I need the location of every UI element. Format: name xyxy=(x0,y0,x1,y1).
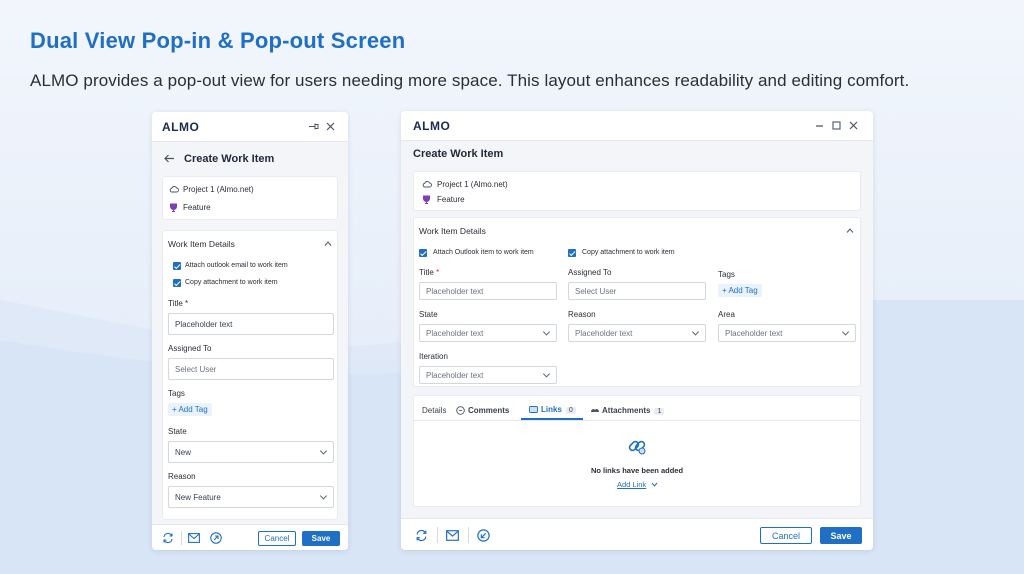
tab-links[interactable]: Links 0 xyxy=(521,402,583,420)
item-type: Feature xyxy=(183,203,211,212)
tags-label: Tags xyxy=(168,389,185,398)
chevron-down-icon xyxy=(542,328,551,336)
area-label: Area xyxy=(718,310,735,319)
cancel-button[interactable]: Cancel xyxy=(760,527,812,544)
tags-label: Tags xyxy=(718,270,735,279)
page-title: Create Work Item xyxy=(413,148,504,160)
assigned-to-label: Assigned To xyxy=(168,344,212,353)
required-mark: * xyxy=(436,268,440,277)
state-select[interactable]: Placeholder text xyxy=(419,324,557,342)
chevron-down-icon xyxy=(542,370,551,378)
reason-select[interactable]: Placeholder text xyxy=(568,324,706,342)
title-input[interactable]: Placeholder text xyxy=(419,282,557,300)
reason-select[interactable]: New Feature xyxy=(168,486,334,508)
collapse-chevron-icon[interactable] xyxy=(324,241,332,246)
title-input[interactable]: Placeholder text xyxy=(168,313,334,335)
cloud-icon xyxy=(422,181,432,188)
collapse-chevron-icon[interactable] xyxy=(846,228,854,233)
copy-attachment-checkbox[interactable] xyxy=(173,279,181,287)
chevron-down-icon xyxy=(691,328,700,336)
chevron-down-icon xyxy=(841,328,850,336)
title-label: Title * xyxy=(419,268,440,277)
close-icon[interactable] xyxy=(849,121,858,130)
section-title: Work Item Details xyxy=(168,239,235,249)
outlook-checkbox-label: Attach Outlook item to work item xyxy=(433,249,534,256)
work-item-details-card: Work Item Details Attach outlook email t… xyxy=(162,230,338,520)
work-item-details-card: Work Item Details Attach Outlook item to… xyxy=(413,217,861,387)
footer-divider xyxy=(181,531,182,545)
trophy-icon xyxy=(170,203,177,212)
tab-comments[interactable]: Comments xyxy=(468,406,509,415)
minimize-icon[interactable] xyxy=(815,121,824,130)
cancel-button[interactable]: Cancel xyxy=(258,531,296,546)
outlook-checkbox[interactable] xyxy=(173,262,181,270)
copy-attachment-label: Copy attachment to work item xyxy=(582,249,675,256)
link-chain-icon xyxy=(628,440,646,455)
area-select[interactable]: Placeholder text xyxy=(718,324,856,342)
assigned-to-input[interactable]: Select User xyxy=(168,358,334,380)
refresh-icon[interactable] xyxy=(162,532,174,544)
attachment-icon xyxy=(591,408,599,412)
pop-out-footer: Cancel Save xyxy=(401,518,873,550)
trophy-icon xyxy=(423,195,430,204)
assigned-to-label: Assigned To xyxy=(568,268,612,277)
tab-attachments[interactable]: Attachments 1 xyxy=(602,406,665,415)
reason-label: Reason xyxy=(168,472,196,481)
add-link-button[interactable]: Add Link xyxy=(617,480,646,489)
back-arrow-icon[interactable] xyxy=(164,154,175,163)
reason-label: Reason xyxy=(568,310,596,319)
link-tab-icon xyxy=(529,406,538,413)
state-label: State xyxy=(168,427,187,436)
iteration-select[interactable]: Placeholder text xyxy=(419,366,557,384)
almo-logo: ALMO xyxy=(162,120,200,134)
project-name: Project 1 (Almo.net) xyxy=(437,180,508,189)
project-card: Project 1 (Almo.net) Feature xyxy=(413,171,861,211)
cloud-icon xyxy=(169,186,179,193)
pop-in-titlebar: ALMO xyxy=(152,112,348,142)
project-card: Project 1 (Almo.net) Feature xyxy=(162,176,338,220)
pop-in-footer: Cancel Save xyxy=(152,524,348,550)
title-label: Title * xyxy=(168,299,189,308)
refresh-icon[interactable] xyxy=(415,529,428,542)
pin-icon[interactable] xyxy=(308,122,319,131)
page-title: Create Work Item xyxy=(184,153,275,165)
state-select[interactable]: New xyxy=(168,441,334,463)
save-button[interactable]: Save xyxy=(820,527,862,544)
tab-details[interactable]: Details xyxy=(422,406,446,415)
tabs-divider xyxy=(414,420,860,421)
chevron-down-icon xyxy=(319,447,328,455)
pop-in-panel: ALMO Create Work Item Project 1 (Almo.ne… xyxy=(152,112,348,550)
pop-out-panel: ALMO Create Work Item Project 1 (Almo.ne… xyxy=(401,111,873,550)
item-type: Feature xyxy=(437,195,465,204)
page-heading: Dual View Pop-in & Pop-out Screen xyxy=(30,28,406,53)
footer-divider xyxy=(468,527,469,543)
chevron-down-icon xyxy=(319,492,328,500)
pop-out-titlebar: ALMO xyxy=(401,111,873,141)
comment-icon xyxy=(456,406,465,415)
open-external-icon[interactable] xyxy=(210,532,222,544)
links-card: Details Comments Links 0 Attachments 1 No … xyxy=(413,395,861,507)
add-tag-button[interactable]: + Add Tag xyxy=(718,284,762,297)
page-subheading: ALMO provides a pop-out view for users n… xyxy=(30,71,910,90)
section-title: Work Item Details xyxy=(419,226,486,236)
project-name: Project 1 (Almo.net) xyxy=(183,185,254,194)
assigned-to-input[interactable]: Select User xyxy=(568,282,706,300)
open-external-icon[interactable] xyxy=(477,529,490,542)
chevron-down-icon[interactable] xyxy=(651,482,658,487)
add-tag-button[interactable]: + Add Tag xyxy=(168,403,212,416)
footer-divider xyxy=(437,527,438,543)
iteration-label: Iteration xyxy=(419,352,448,361)
maximize-icon[interactable] xyxy=(832,121,841,130)
outlook-checkbox[interactable] xyxy=(419,249,427,257)
mail-icon[interactable] xyxy=(188,533,200,543)
empty-links-message: No links have been added xyxy=(590,466,684,475)
mail-icon[interactable] xyxy=(446,530,459,541)
state-label: State xyxy=(419,310,438,319)
copy-attachment-checkbox[interactable] xyxy=(568,249,576,257)
copy-attachment-label: Copy attachment to work item xyxy=(185,279,278,286)
outlook-checkbox-label: Attach outlook email to work item xyxy=(185,262,288,269)
almo-logo: ALMO xyxy=(413,119,451,133)
save-button[interactable]: Save xyxy=(302,531,340,546)
close-icon[interactable] xyxy=(326,122,335,131)
